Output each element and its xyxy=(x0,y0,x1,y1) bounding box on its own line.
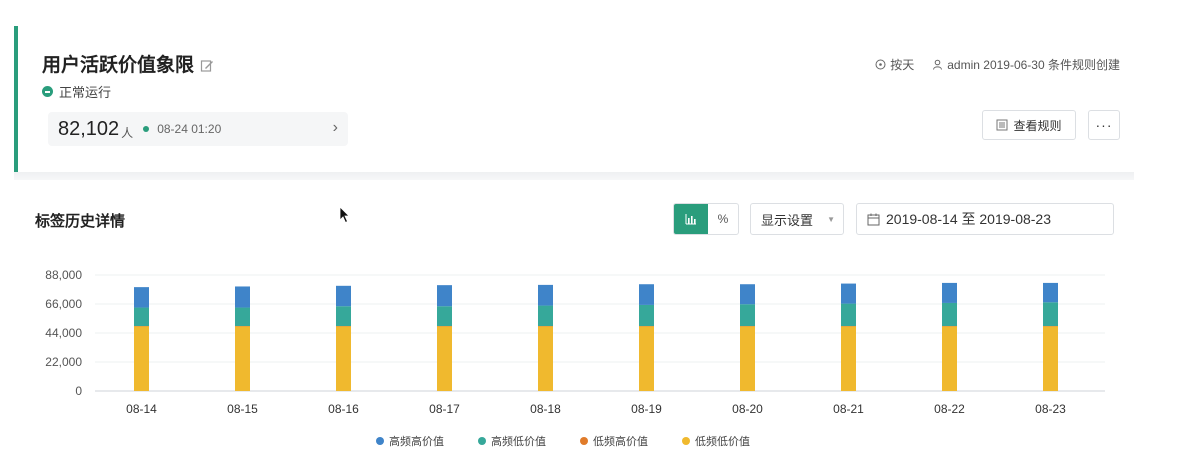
legend-label: 低频高价值 xyxy=(593,434,648,448)
bar-segment xyxy=(942,302,957,327)
caret-down-icon: ▼ xyxy=(827,215,835,224)
bar-segment xyxy=(538,326,553,391)
clock-icon xyxy=(875,59,886,70)
legend-label: 低频低价值 xyxy=(695,434,750,448)
creator-text: admin 2019-06-30 条件规则创建 xyxy=(947,58,1120,72)
edit-icon[interactable] xyxy=(200,57,214,72)
calendar-icon xyxy=(867,213,880,225)
x-tick-label: 08-18 xyxy=(530,402,561,416)
update-time: 08-24 01:20 xyxy=(157,122,222,136)
view-rules-label: 查看规则 xyxy=(1013,118,1062,133)
x-tick-label: 08-15 xyxy=(227,402,258,416)
bar-segment xyxy=(639,304,654,327)
page-title: 用户活跃价值象限 xyxy=(42,50,214,77)
user-count-unit: 人 xyxy=(121,125,134,140)
bar-segment xyxy=(942,326,957,391)
x-tick-label: 08-21 xyxy=(833,402,864,416)
bar-segment xyxy=(538,305,553,327)
card-divider xyxy=(14,172,1134,180)
bar-segment xyxy=(841,326,856,391)
user-icon xyxy=(933,59,943,70)
legend-dot-icon xyxy=(682,437,690,445)
legend-dot-icon xyxy=(478,437,486,445)
x-tick-label: 08-14 xyxy=(126,402,157,416)
bar-segment xyxy=(639,326,654,391)
bar-segment xyxy=(841,303,856,327)
bar-segment xyxy=(235,286,250,308)
bar-segment xyxy=(134,287,149,308)
chart-mode-toggle: % xyxy=(673,203,739,235)
frequency-info: 按天 xyxy=(875,56,914,73)
bar-segment xyxy=(336,306,351,327)
more-icon: ··· xyxy=(1095,117,1113,133)
y-tick-label: 88,000 xyxy=(45,268,82,282)
y-tick-label: 44,000 xyxy=(45,326,82,340)
display-settings-select[interactable]: 显示设置 ▼ xyxy=(750,203,844,235)
rule-meta: 按天 admin 2019-06-30 条件规则创建 xyxy=(875,56,1120,73)
bar-segment xyxy=(942,282,957,303)
bar-segment xyxy=(740,326,755,391)
section-title: 标签历史详情 xyxy=(35,213,126,230)
bar-segment xyxy=(134,307,149,327)
more-button[interactable]: ··· xyxy=(1088,110,1120,140)
bar-chart-icon xyxy=(685,214,696,225)
bar-segment xyxy=(235,307,250,327)
legend-label: 高频低价值 xyxy=(491,434,546,448)
bar-segment xyxy=(437,285,452,307)
frequency-text: 按天 xyxy=(890,58,915,72)
y-tick-label: 22,000 xyxy=(45,355,82,369)
status-text: 正常运行 xyxy=(59,85,112,100)
bar-segment xyxy=(1043,282,1058,303)
bar-segment xyxy=(437,326,452,391)
bar-chart-mode-button[interactable] xyxy=(674,204,708,234)
date-range-text: 2019-08-14 至 2019-08-23 xyxy=(886,211,1052,227)
date-range-picker[interactable]: 2019-08-14 至 2019-08-23 xyxy=(856,203,1114,235)
user-count: 82,102 xyxy=(58,117,120,140)
x-tick-label: 08-22 xyxy=(934,402,965,416)
creator-info: admin 2019-06-30 条件规则创建 xyxy=(932,56,1120,73)
bar-segment xyxy=(437,306,452,327)
bar-segment xyxy=(740,284,755,305)
legend-label: 高频高价值 xyxy=(389,434,444,448)
stacked-bar-chart: 0 22,000 44,000 66,000 88,000 08-14 08-15 08-16… xyxy=(45,268,1105,448)
x-tick-label: 08-23 xyxy=(1035,402,1066,416)
mouse-cursor-icon xyxy=(339,206,350,224)
bar-segment xyxy=(336,326,351,391)
bar-segment xyxy=(740,304,755,327)
rule-summary-card: 用户活跃价值象限 正常运行 82,102 人 08-24 01:20 › 按天 … xyxy=(14,26,1134,172)
document-icon xyxy=(996,119,1008,131)
chevron-right-icon[interactable]: › xyxy=(333,119,338,137)
bar-segment xyxy=(639,284,654,305)
bar-segment xyxy=(841,283,856,304)
view-rules-button[interactable]: 查看规则 xyxy=(982,110,1076,140)
x-tick-label: 08-16 xyxy=(328,402,359,416)
percent-mode-button[interactable]: % xyxy=(708,204,738,234)
bar-segment xyxy=(538,284,553,306)
bar-segment xyxy=(1043,302,1058,327)
page-title-text: 用户活跃价值象限 xyxy=(42,55,195,76)
status-indicator: 正常运行 xyxy=(42,82,111,101)
bar-segment xyxy=(134,326,149,391)
user-count-box[interactable]: 82,102 人 08-24 01:20 › xyxy=(48,112,348,146)
update-dot-icon xyxy=(143,126,150,132)
x-tick-label: 08-19 xyxy=(631,402,662,416)
y-tick-label: 0 xyxy=(75,384,82,398)
status-dot-icon xyxy=(42,86,53,97)
x-tick-label: 08-20 xyxy=(732,402,763,416)
bar-segment xyxy=(235,326,250,391)
bar-segment xyxy=(1043,326,1058,391)
legend-dot-icon xyxy=(376,437,384,445)
legend-dot-icon xyxy=(580,437,588,445)
y-tick-label: 66,000 xyxy=(45,297,82,311)
x-tick-label: 08-17 xyxy=(429,402,460,416)
display-settings-label: 显示设置 xyxy=(761,212,814,228)
bar-segment xyxy=(336,285,351,307)
